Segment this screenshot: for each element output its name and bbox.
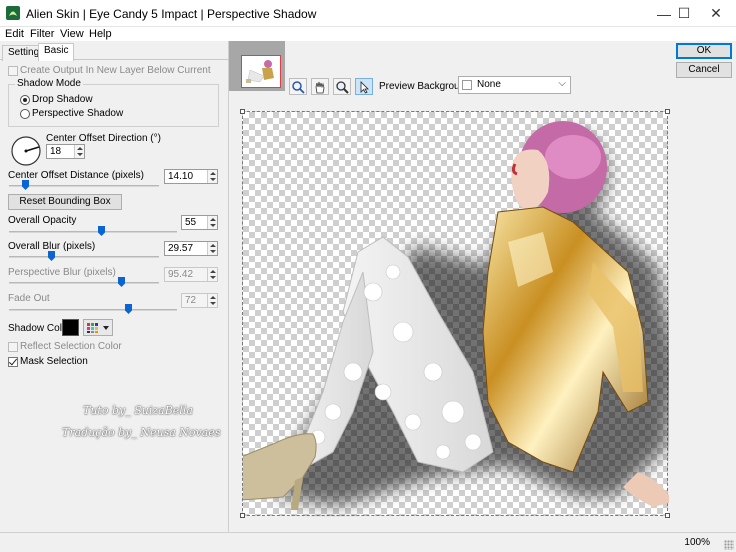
settings-panel: Settings Basic Create Output In New Laye… xyxy=(0,41,229,532)
reflect-selection-color-label: Reflect Selection Color xyxy=(20,341,122,352)
center-offset-distance-value: 14.10 xyxy=(168,171,194,182)
shadow-mode-legend: Shadow Mode xyxy=(15,78,83,89)
zoom-tool[interactable] xyxy=(333,78,351,95)
mask-selection-label: Mask Selection xyxy=(20,356,88,367)
shadow-mode-group: Shadow Mode Drop Shadow Perspective Shad… xyxy=(8,78,219,127)
menu-filter[interactable]: Filter xyxy=(30,27,54,41)
perspective-blur-input[interactable]: 95.42 xyxy=(164,267,218,282)
ok-button[interactable]: OK xyxy=(676,43,732,59)
perspective-blur-value: 95.42 xyxy=(168,269,194,280)
perspective-shadow-label: Perspective Shadow xyxy=(32,108,124,119)
hand-zoom-icon xyxy=(292,80,305,94)
menu-bar: Edit Filter View Help xyxy=(0,27,736,41)
watermark-line-1: Tuto by_ SuizaBella xyxy=(83,404,193,417)
slider-thumb[interactable] xyxy=(98,226,105,236)
menu-edit[interactable]: Edit xyxy=(5,27,24,41)
chevron-down-icon: ⌵ xyxy=(558,78,566,89)
menu-help[interactable]: Help xyxy=(89,27,112,41)
spinner-arrows-icon[interactable] xyxy=(207,242,217,255)
arrow-pointer-icon xyxy=(360,80,369,94)
close-button[interactable]: ✕ xyxy=(699,0,733,27)
slider-thumb[interactable] xyxy=(125,304,132,314)
perspective-blur-slider[interactable] xyxy=(9,277,159,287)
alien-skin-app-icon xyxy=(6,6,20,20)
status-bar: 100% xyxy=(0,532,736,552)
spinner-arrows-icon[interactable] xyxy=(207,170,217,183)
navigator-thumbnail[interactable] xyxy=(229,41,285,91)
slider-thumb[interactable] xyxy=(22,180,29,190)
preview-background-value: None xyxy=(477,79,501,90)
center-offset-direction-input[interactable]: 18 xyxy=(46,144,85,159)
preview-background-select[interactable]: None ⌵ xyxy=(458,76,571,94)
create-output-label: Create Output In New Layer Below Current xyxy=(20,65,211,76)
fade-out-label: Fade Out xyxy=(8,293,50,304)
spinner-arrows-icon[interactable] xyxy=(207,294,217,307)
slider-track xyxy=(9,309,177,311)
zoom-hand-tool[interactable] xyxy=(289,78,307,95)
spinner-arrows-icon[interactable] xyxy=(207,216,217,229)
overall-blur-input[interactable]: 29.57 xyxy=(164,241,218,256)
slider-track xyxy=(9,185,159,187)
cancel-button[interactable]: Cancel xyxy=(676,62,732,78)
center-offset-distance-slider[interactable] xyxy=(9,180,159,190)
zoom-level: 100% xyxy=(684,537,710,548)
shadow-color-swatch[interactable] xyxy=(62,319,79,336)
drop-shadow-label: Drop Shadow xyxy=(32,94,93,105)
title-bar: Alien Skin | Eye Candy 5 Impact | Perspe… xyxy=(0,0,736,27)
navigator-view-frame[interactable] xyxy=(241,55,281,88)
slider-track xyxy=(9,282,159,284)
reset-bounding-box-button[interactable]: Reset Bounding Box xyxy=(8,194,122,210)
overall-blur-value: 29.57 xyxy=(168,243,194,254)
menu-view[interactable]: View xyxy=(60,27,84,41)
overall-opacity-slider[interactable] xyxy=(9,226,177,236)
center-offset-direction-label: Center Offset Direction (°) xyxy=(46,133,161,144)
spinner-arrows-icon[interactable] xyxy=(207,268,217,281)
dialog-buttons: OK Cancel xyxy=(671,41,736,532)
tab-basic[interactable]: Basic xyxy=(38,43,75,61)
tab-strip: Settings Basic xyxy=(0,43,229,61)
direction-dial[interactable] xyxy=(10,135,42,167)
perspective-shadow-radio[interactable] xyxy=(20,109,30,119)
fade-out-slider[interactable] xyxy=(9,304,177,314)
fade-out-input[interactable]: 72 xyxy=(181,293,218,308)
overall-opacity-label: Overall Opacity xyxy=(8,215,77,226)
select-tool[interactable] xyxy=(355,78,373,95)
overall-opacity-input[interactable]: 55 xyxy=(181,215,218,230)
color-picker-button[interactable] xyxy=(83,319,113,336)
drop-shadow-radio[interactable] xyxy=(20,95,30,105)
background-swatch xyxy=(462,80,472,90)
maximize-button[interactable]: ☐ xyxy=(667,0,701,27)
window-title: Alien Skin | Eye Candy 5 Impact | Perspe… xyxy=(26,7,317,21)
reflect-selection-color-checkbox[interactable] xyxy=(8,342,18,352)
navigator-mini-image xyxy=(246,60,274,83)
slider-thumb[interactable] xyxy=(48,251,55,261)
slider-track xyxy=(9,231,177,233)
center-offset-direction-value: 18 xyxy=(50,146,62,157)
fade-out-value: 72 xyxy=(185,295,197,306)
hand-pan-icon xyxy=(315,81,325,93)
preview-image xyxy=(243,121,669,510)
preview-area: Preview Background: None ⌵ Tuto by_ Suiz… xyxy=(62,41,671,532)
bounding-box-handle[interactable] xyxy=(240,109,245,114)
spinner-arrows-icon[interactable] xyxy=(74,145,84,158)
overall-opacity-value: 55 xyxy=(185,217,197,228)
bounding-box-handle[interactable] xyxy=(665,513,670,518)
slider-track xyxy=(9,256,159,258)
watermark-line-2: Tradução by_ Neusa Novaes xyxy=(62,426,221,439)
preview-canvas[interactable] xyxy=(240,109,670,518)
resize-grip-icon[interactable] xyxy=(724,540,734,550)
create-output-checkbox[interactable] xyxy=(8,66,18,76)
bounding-box-handle[interactable] xyxy=(665,109,670,114)
magnifier-icon xyxy=(336,80,349,94)
overall-blur-slider[interactable] xyxy=(9,251,159,261)
bounding-box-handle[interactable] xyxy=(240,513,245,518)
mask-selection-checkbox[interactable] xyxy=(8,357,18,367)
center-offset-distance-input[interactable]: 14.10 xyxy=(164,169,218,184)
close-icon: ✕ xyxy=(710,5,722,21)
pan-tool[interactable] xyxy=(311,78,329,95)
maximize-icon: ☐ xyxy=(677,5,691,21)
slider-thumb[interactable] xyxy=(118,277,125,287)
color-grid-icon xyxy=(87,323,109,333)
